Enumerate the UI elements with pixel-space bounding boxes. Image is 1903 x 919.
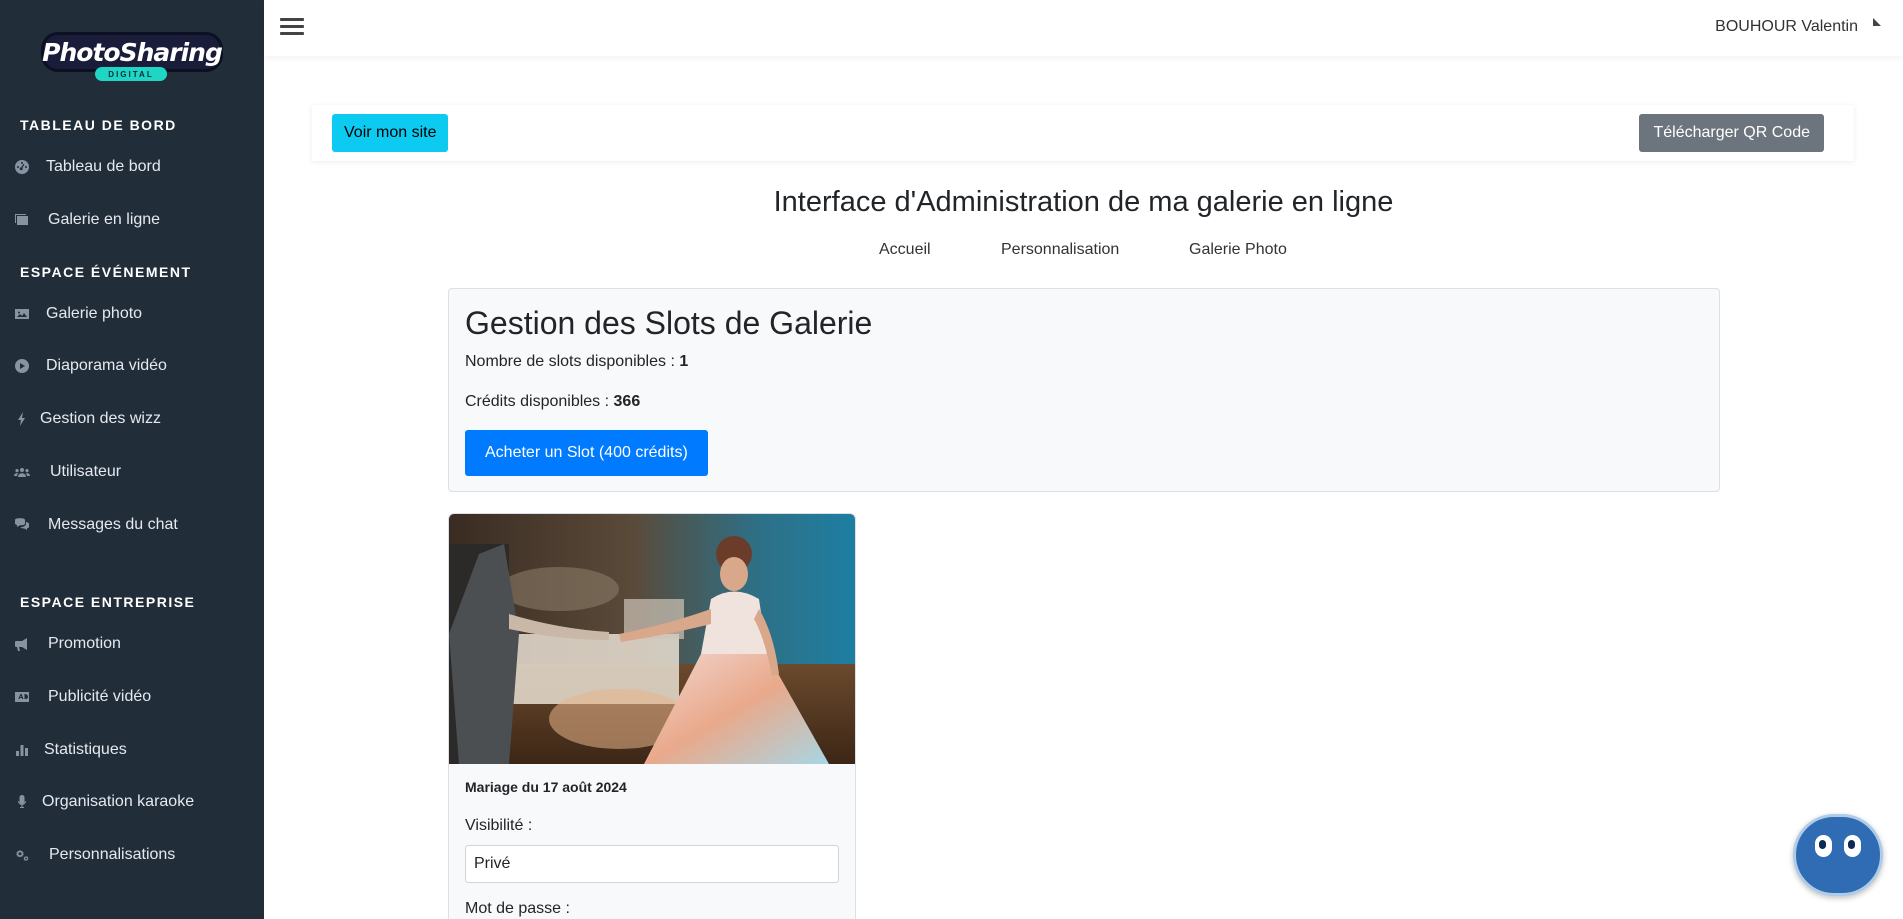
sidebar-item-tableau-de-bord[interactable]: Tableau de bord — [0, 149, 264, 185]
section-title-enterprise: ESPACE ENTREPRISE — [20, 594, 196, 610]
sidebar-item-label: Galerie photo — [46, 305, 143, 322]
sidebar-item-personnalisations[interactable]: Personnalisations — [0, 837, 264, 873]
sidebar-item-label: Personnalisations — [49, 846, 176, 863]
sidebar-item-label: Organisation karaoke — [42, 793, 195, 810]
page-title: Interface d'Administration de ma galerie… — [773, 186, 1394, 218]
visibility-select[interactable]: Privé — [465, 845, 839, 883]
view-site-button[interactable]: Voir mon site — [332, 114, 449, 152]
sidebar-item-label: Galerie en ligne — [48, 211, 161, 228]
sidebar-item-label: Messages du chat — [48, 516, 178, 533]
ad-icon — [12, 687, 32, 707]
bar-chart-icon — [12, 740, 32, 760]
tab-galerie-photo[interactable]: Galerie Photo — [1189, 241, 1287, 259]
sidebar-item-label: Utilisateur — [50, 463, 122, 480]
user-name[interactable]: BOUHOUR Valentin — [1715, 18, 1858, 36]
logo-wordmark: PhotoSharing — [42, 37, 223, 67]
gallery-card: Mariage du 17 août 2024 Visibilité : Pri… — [448, 513, 856, 919]
slots-available: Nombre de slots disponibles : 1 — [465, 353, 689, 370]
sidebar-item-label: Tableau de bord — [46, 158, 161, 175]
section-title-dashboard: TABLEAU DE BORD — [20, 117, 177, 133]
sidebar-item-galerie-en-ligne[interactable]: Galerie en ligne — [0, 202, 264, 238]
gallery-cover-photo[interactable] — [449, 514, 855, 764]
section-title-event: ESPACE ÉVÉNEMENT — [20, 264, 192, 280]
slots-card: Gestion des Slots de Galerie Nombre de s… — [448, 288, 1720, 492]
chatbot-eye-right — [1844, 835, 1861, 857]
sidebar-item-label: Diaporama vidéo — [46, 357, 167, 374]
images-icon — [12, 210, 32, 230]
chatbot-eye-left — [1815, 835, 1832, 857]
sidebar-item-label: Statistiques — [44, 741, 127, 758]
image-icon — [12, 304, 32, 324]
users-icon — [12, 462, 32, 482]
sidebar-item-label: Promotion — [48, 635, 121, 652]
sidebar-item-gestion-des-wizz[interactable]: Gestion des wizz — [0, 401, 264, 437]
sidebar-item-diaporama-video[interactable]: Diaporama vidéo — [0, 348, 264, 384]
sidebar-item-utilisateur[interactable]: Utilisateur — [0, 454, 264, 490]
sidebar-item-publicite-video[interactable]: Publicité vidéo — [0, 679, 264, 715]
comments-icon — [12, 515, 32, 535]
sidebar-item-messages-du-chat[interactable]: Messages du chat — [0, 507, 264, 543]
gallery-name: Mariage du 17 août 2024 — [465, 779, 627, 795]
sidebar-item-label: Publicité vidéo — [48, 688, 152, 705]
credits-available-value: 366 — [613, 393, 641, 410]
tab-personnalisation[interactable]: Personnalisation — [1001, 241, 1119, 259]
menu-toggle-icon[interactable] — [280, 17, 304, 37]
play-circle-icon — [12, 356, 32, 376]
slots-heading: Gestion des Slots de Galerie — [465, 305, 873, 341]
cogs-icon — [12, 845, 32, 865]
tab-accueil[interactable]: Accueil — [879, 241, 931, 259]
buy-slot-button[interactable]: Acheter un Slot (400 crédits) — [465, 430, 708, 476]
caret-down-icon[interactable] — [1873, 18, 1881, 26]
sidebar: PhotoSharing DIGITAL TABLEAU DE BORD Tab… — [0, 0, 264, 919]
sidebar-item-label: Gestion des wizz — [40, 410, 161, 427]
credits-available: Crédits disponibles : 366 — [465, 393, 641, 410]
password-label: Mot de passe : — [465, 900, 570, 917]
sidebar-item-galerie-photo[interactable]: Galerie photo — [0, 296, 264, 332]
wedding-photo-image — [449, 514, 855, 764]
sidebar-item-promotion[interactable]: Promotion — [0, 626, 264, 662]
dashboard-gauge-icon — [12, 157, 32, 177]
sidebar-item-statistiques[interactable]: Statistiques — [0, 732, 264, 768]
sidebar-item-organisation-karaoke[interactable]: Organisation karaoke — [0, 784, 264, 820]
bolt-icon — [12, 409, 32, 429]
logo-subtitle: DIGITAL — [95, 67, 167, 81]
chatbot-launcher-icon[interactable] — [1793, 814, 1883, 896]
photosharing-logo[interactable]: PhotoSharing DIGITAL — [42, 35, 223, 85]
download-qr-button[interactable]: Télécharger QR Code — [1639, 114, 1824, 152]
visibility-label: Visibilité : — [465, 817, 533, 834]
slots-available-value: 1 — [679, 353, 689, 370]
action-bar: Voir mon site Télécharger QR Code — [312, 105, 1854, 161]
microphone-icon — [12, 792, 32, 812]
bullhorn-icon — [12, 634, 32, 654]
topbar: BOUHOUR Valentin — [264, 0, 1903, 56]
